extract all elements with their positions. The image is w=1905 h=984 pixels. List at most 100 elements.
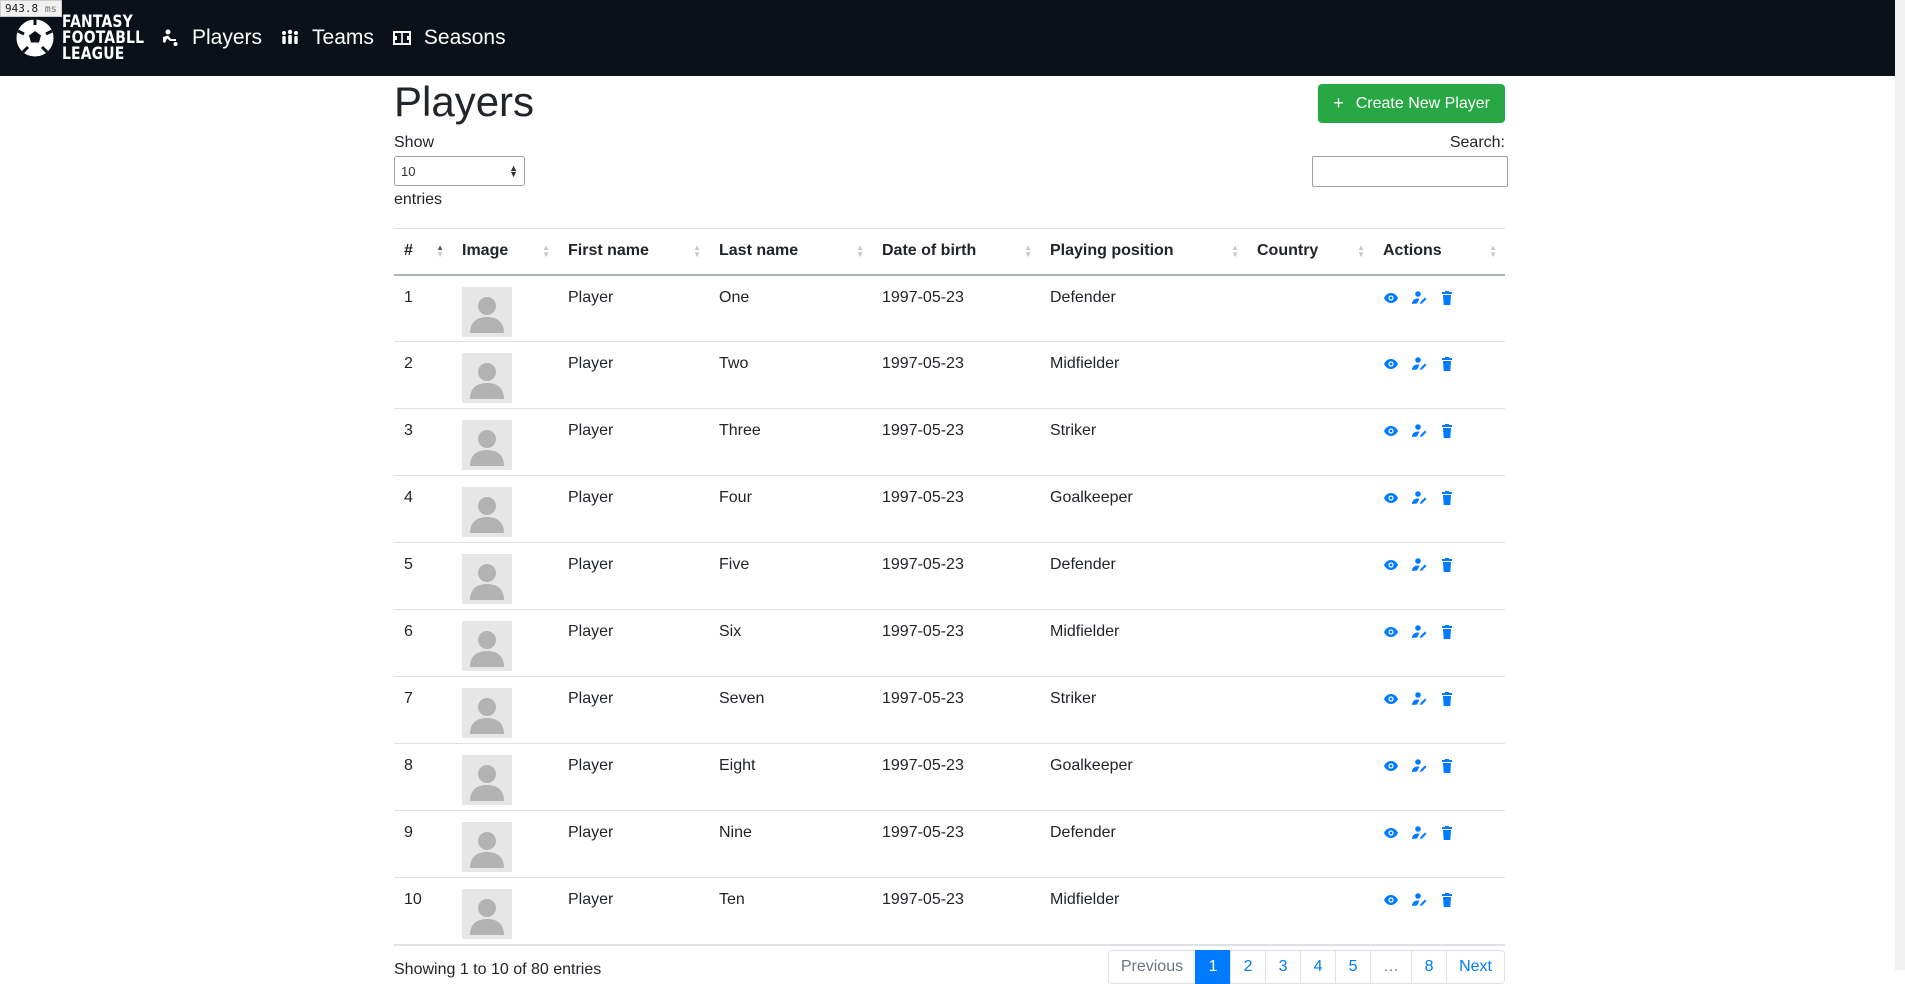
cell-first-name: Player [558, 408, 709, 476]
view-eye-icon[interactable] [1383, 423, 1399, 439]
cell-actions [1373, 676, 1505, 744]
edit-user-icon[interactable] [1411, 892, 1427, 908]
page-button-8[interactable]: 8 [1411, 950, 1448, 984]
page-button-3[interactable]: 3 [1265, 950, 1302, 984]
edit-user-icon[interactable] [1411, 825, 1427, 841]
page-previous-button[interactable]: Previous [1107, 950, 1197, 984]
column-header-dob[interactable]: Date of birth ▲ ▼ [872, 228, 1040, 276]
cell-dob: 1997-05-23 [872, 810, 1040, 878]
edit-user-icon[interactable] [1411, 557, 1427, 573]
cell-number: 4 [394, 475, 452, 543]
delete-trash-icon[interactable] [1439, 892, 1455, 908]
cell-actions [1373, 810, 1505, 878]
view-eye-icon[interactable] [1383, 356, 1399, 372]
cell-image [452, 743, 558, 811]
create-player-button[interactable]: + Create New Player [1318, 84, 1505, 123]
edit-user-icon[interactable] [1411, 490, 1427, 506]
delete-trash-icon[interactable] [1439, 758, 1455, 774]
column-label: Actions [1383, 242, 1442, 260]
cell-position: Striker [1040, 676, 1247, 744]
scrollbar[interactable] [1895, 0, 1905, 970]
view-eye-icon[interactable] [1383, 691, 1399, 707]
page-button-4[interactable]: 4 [1300, 950, 1337, 984]
select-arrows-icon: ▲ ▼ [509, 163, 518, 179]
cell-dob: 1997-05-23 [872, 877, 1040, 945]
edit-user-icon[interactable] [1411, 423, 1427, 439]
avatar-placeholder-icon [462, 755, 512, 805]
view-eye-icon[interactable] [1383, 825, 1399, 841]
edit-user-icon[interactable] [1411, 356, 1427, 372]
team-icon [282, 29, 299, 44]
row-actions [1383, 892, 1495, 908]
column-header-actions[interactable]: Actions ▲ ▼ [1373, 228, 1505, 276]
edit-user-icon[interactable] [1411, 691, 1427, 707]
edit-user-icon[interactable] [1411, 758, 1427, 774]
delete-trash-icon[interactable] [1439, 356, 1455, 372]
cell-last-name: Eight [709, 743, 872, 811]
delete-trash-icon[interactable] [1439, 423, 1455, 439]
player-icon [163, 29, 178, 46]
view-eye-icon[interactable] [1383, 490, 1399, 506]
search-label: Search: [1449, 134, 1505, 151]
cell-position: Midfielder [1040, 341, 1247, 409]
delete-trash-icon[interactable] [1439, 825, 1455, 841]
row-actions [1383, 758, 1495, 774]
table-row: 7 Player Seven 1997-05-23 Striker [394, 676, 1505, 744]
nav-link-teams[interactable]: Teams [280, 26, 374, 50]
table-row: 8 Player Eight 1997-05-23 Goalkeeper [394, 743, 1505, 811]
delete-trash-icon[interactable] [1439, 490, 1455, 506]
cell-image [452, 810, 558, 878]
column-header-image[interactable]: Image ▲ ▼ [452, 228, 558, 276]
table-row: 2 Player Two 1997-05-23 Midfielder [394, 341, 1505, 409]
cell-first-name: Player [558, 877, 709, 945]
table-controls: Show 10 ▲ ▼ entries Search: [394, 134, 1508, 209]
top-navbar: FANTASY FOOTABLL LEAGUE Players Teams Se… [0, 0, 1905, 76]
row-actions [1383, 557, 1495, 573]
row-actions [1383, 356, 1495, 372]
avatar-placeholder-icon [462, 822, 512, 872]
avatar-placeholder-icon [462, 286, 512, 337]
page-button-2[interactable]: 2 [1230, 950, 1267, 984]
entries-per-page-value: 10 [401, 163, 416, 179]
column-label: Last name [719, 242, 799, 260]
delete-trash-icon[interactable] [1439, 691, 1455, 707]
page-button-1[interactable]: 1 [1195, 950, 1232, 984]
delete-trash-icon[interactable] [1439, 557, 1455, 573]
cell-actions [1373, 743, 1505, 811]
search-input[interactable] [1312, 156, 1508, 187]
sort-icon: ▲ ▼ [1024, 243, 1032, 259]
avatar-placeholder-icon [462, 688, 512, 738]
edit-user-icon[interactable] [1411, 290, 1427, 306]
nav-link-seasons[interactable]: Seasons [392, 26, 506, 50]
page-title: Players [394, 78, 535, 125]
cell-dob: 1997-05-23 [872, 609, 1040, 677]
cell-number: 10 [394, 877, 452, 945]
view-eye-icon[interactable] [1383, 290, 1399, 306]
table-info: Showing 1 to 10 of 80 entries [394, 961, 602, 978]
cell-number: 8 [394, 743, 452, 811]
edit-user-icon[interactable] [1411, 624, 1427, 640]
cell-country [1247, 274, 1373, 342]
cell-position: Midfielder [1040, 609, 1247, 677]
view-eye-icon[interactable] [1383, 624, 1399, 640]
brand-logo[interactable]: FANTASY FOOTABLL LEAGUE [14, 14, 144, 63]
view-eye-icon[interactable] [1383, 557, 1399, 573]
page-next-button[interactable]: Next [1446, 950, 1505, 984]
nav-link-players[interactable]: Players [160, 26, 262, 50]
column-header-last-name[interactable]: Last name ▲ ▼ [709, 228, 872, 276]
column-header-first-name[interactable]: First name ▲ ▼ [558, 228, 709, 276]
entries-per-page-select[interactable]: 10 ▲ ▼ [394, 156, 525, 186]
cell-actions [1373, 341, 1505, 409]
page-button-5[interactable]: 5 [1335, 950, 1372, 984]
column-header-position[interactable]: Playing position ▲ ▼ [1040, 228, 1247, 276]
row-actions [1383, 423, 1495, 439]
cell-first-name: Player [558, 609, 709, 677]
delete-trash-icon[interactable] [1439, 624, 1455, 640]
view-eye-icon[interactable] [1383, 892, 1399, 908]
column-header-country[interactable]: Country ▲ ▼ [1247, 228, 1373, 276]
column-header-number[interactable]: # ▲ ▼ [394, 228, 452, 276]
delete-trash-icon[interactable] [1439, 290, 1455, 306]
brand-text: FANTASY FOOTABLL LEAGUE [62, 14, 144, 63]
cell-position: Defender [1040, 542, 1247, 610]
view-eye-icon[interactable] [1383, 758, 1399, 774]
